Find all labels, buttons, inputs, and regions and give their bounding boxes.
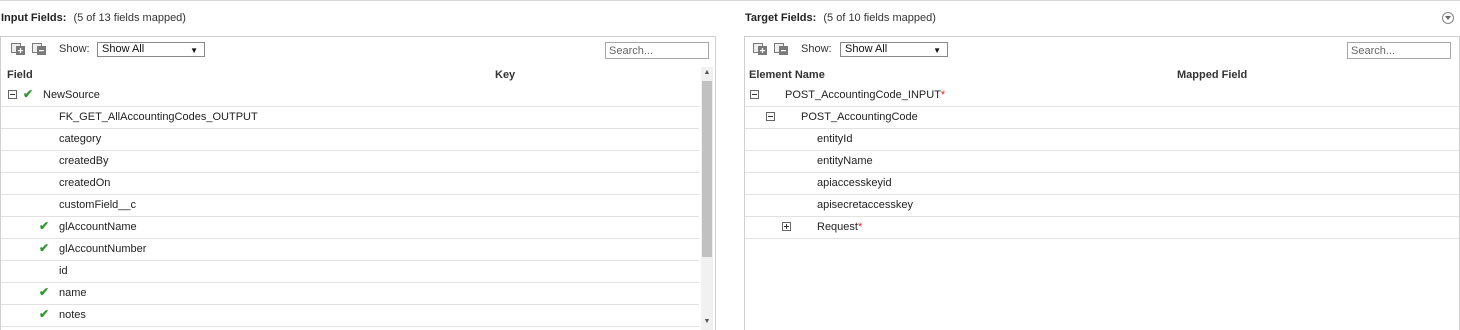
show-filter-select[interactable]: Show All ▼ <box>840 42 948 57</box>
tree-row[interactable]: createdBy <box>1 151 699 173</box>
tree-row[interactable]: category <box>1 129 699 151</box>
input-fields-count: (5 of 13 fields mapped) <box>73 12 186 24</box>
check-icon: ✔ <box>23 87 34 101</box>
target-fields-title: Target Fields: <box>745 12 817 24</box>
tree-row[interactable]: ✔ glAccountName <box>1 217 699 239</box>
check-icon: ✔ <box>39 241 50 255</box>
target-fields-panel: Target Fields: (5 of 10 fields mapped) S… <box>744 0 1460 330</box>
tree-row-label: id <box>59 265 68 277</box>
dropdown-arrow-icon: ▼ <box>933 46 941 55</box>
target-search-input[interactable] <box>1347 42 1451 59</box>
tree-row[interactable]: entityName <box>745 151 1459 173</box>
expand-all-icon[interactable] <box>11 43 26 56</box>
tree-row-label: createdBy <box>59 155 109 167</box>
tree-row[interactable]: customField__c <box>1 195 699 217</box>
required-marker: * <box>940 89 946 101</box>
tree-row[interactable]: POST_AccountingCode_INPUT* <box>745 85 1459 107</box>
tree-row-root[interactable]: ✔ NewSource <box>1 85 699 107</box>
input-fields-title: Input Fields: <box>1 12 67 24</box>
tree-row[interactable]: POST_AccountingCode <box>745 107 1459 129</box>
tree-row-label: POST_AccountingCode <box>801 111 918 123</box>
input-fields-panel: Input Fields: (5 of 13 fields mapped) Sh… <box>0 0 716 330</box>
target-fields-header: Target Fields: (5 of 10 fields mapped) <box>745 12 936 24</box>
tree-row-label: FK_GET_AllAccountingCodes_OUTPUT <box>59 111 258 123</box>
tree-row[interactable]: apisecretaccesskey <box>745 195 1459 217</box>
tree-row[interactable]: ✔ name <box>1 283 699 305</box>
tree-row[interactable]: ✔ notes <box>1 305 699 327</box>
collapse-all-icon[interactable] <box>32 43 47 56</box>
input-toolbar: Show: Show All ▼ <box>1 39 715 63</box>
collapse-toggle-icon[interactable] <box>8 90 17 99</box>
tree-row-label: category <box>59 133 102 145</box>
show-label: Show: <box>59 43 90 55</box>
tree-row[interactable]: entityId <box>745 129 1459 151</box>
target-fields-list: POST_AccountingCode_INPUT* POST_Accounti… <box>745 85 1459 239</box>
tree-row[interactable]: createdOn <box>1 173 699 195</box>
dropdown-arrow-icon: ▼ <box>190 46 198 55</box>
check-icon: ✔ <box>39 219 50 233</box>
scrollbar-thumb[interactable] <box>702 81 712 257</box>
tree-row-label: apisecretaccesskey <box>817 199 913 211</box>
check-icon: ✔ <box>39 285 50 299</box>
expand-all-icon[interactable] <box>753 43 768 56</box>
tree-row-label: createdOn <box>59 177 111 189</box>
tree-row-label: entityId <box>817 133 853 145</box>
tree-row-label: apiaccesskeyid <box>817 177 892 189</box>
tree-row[interactable]: FK_GET_AllAccountingCodes_OUTPUT <box>1 107 699 129</box>
collapse-toggle-icon[interactable] <box>750 90 759 99</box>
tree-row-label: Request* <box>817 221 863 233</box>
column-header-key[interactable]: Key <box>495 69 515 81</box>
input-fields-list: ✔ NewSource FK_GET_AllAccountingCodes_OU… <box>1 85 699 327</box>
tree-row-label: entityName <box>817 155 873 167</box>
show-filter-value: Show All <box>845 43 888 55</box>
show-filter-select[interactable]: Show All ▼ <box>97 42 205 57</box>
tree-row-label: glAccountName <box>59 221 137 233</box>
tree-row-label: name <box>59 287 87 299</box>
check-icon: ✔ <box>39 307 50 321</box>
input-fields-frame: Show: Show All ▼ Field Key ✔ NewSource F… <box>0 36 716 330</box>
scroll-down-icon[interactable]: ▼ <box>701 316 713 328</box>
show-label: Show: <box>801 43 832 55</box>
column-header-mapped-field[interactable]: Mapped Field <box>1177 69 1247 81</box>
target-fields-frame: Show: Show All ▼ Element Name Mapped Fie… <box>744 36 1460 330</box>
tree-row-label: customField__c <box>59 199 137 211</box>
show-filter-value: Show All <box>102 43 145 55</box>
input-fields-scrollbar[interactable]: ▲ ▼ <box>701 67 713 330</box>
input-search-input[interactable] <box>605 42 709 59</box>
scroll-up-icon[interactable]: ▲ <box>701 67 713 79</box>
tree-row-label: notes <box>59 309 86 321</box>
collapse-all-icon[interactable] <box>774 43 789 56</box>
tree-row-label: POST_AccountingCode_INPUT* <box>785 89 946 101</box>
column-header-element-name[interactable]: Element Name <box>749 69 825 81</box>
tree-row[interactable]: ✔ glAccountNumber <box>1 239 699 261</box>
tree-row-label: NewSource <box>43 89 100 101</box>
collapse-toggle-icon[interactable] <box>766 112 775 121</box>
tree-row[interactable]: id <box>1 261 699 283</box>
tree-row[interactable]: apiaccesskeyid <box>745 173 1459 195</box>
input-fields-header: Input Fields: (5 of 13 fields mapped) <box>1 12 186 24</box>
column-header-field[interactable]: Field <box>7 69 33 81</box>
chevron-down-circle-icon[interactable] <box>1442 12 1454 24</box>
target-fields-count: (5 of 10 fields mapped) <box>823 12 936 24</box>
tree-row-label: glAccountNumber <box>59 243 147 255</box>
tree-row[interactable]: Request* <box>745 217 1459 239</box>
expand-toggle-icon[interactable] <box>782 222 791 231</box>
target-toolbar: Show: Show All ▼ <box>745 39 1459 63</box>
required-marker: * <box>857 221 863 233</box>
